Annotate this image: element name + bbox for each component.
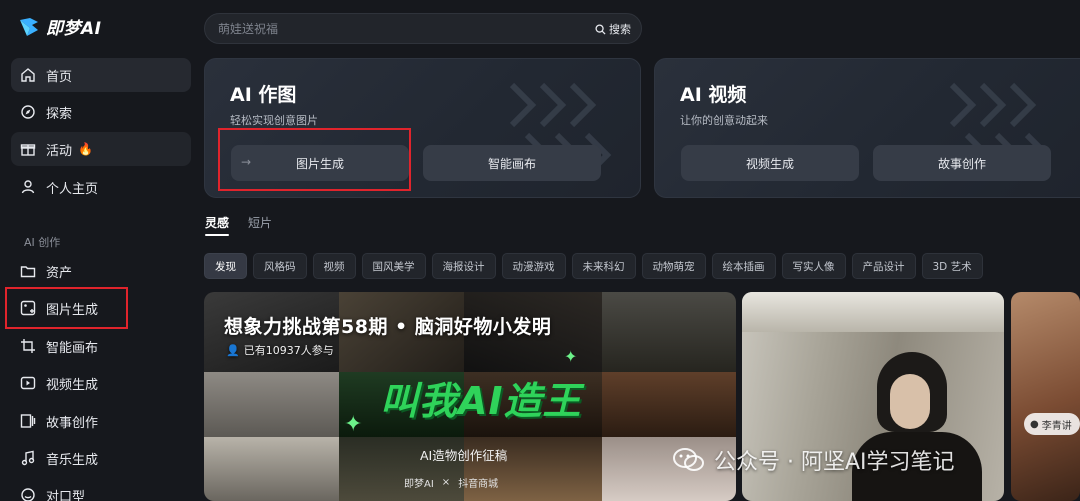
search-icon: [595, 23, 606, 35]
sidebar-item-label: 视频生成: [46, 377, 99, 393]
search-button-label: 搜索: [609, 23, 631, 36]
filter-chip[interactable]: 发现: [204, 253, 247, 279]
sidebar-item-label: 探索: [46, 106, 73, 122]
banner-participants: 👤 已有10937人参与: [226, 342, 334, 358]
sidebar-item-profile[interactable]: 个人主页: [11, 170, 191, 204]
sidebar-item-lipsync[interactable]: 对口型: [11, 478, 191, 501]
author-avatar: ●: [1030, 418, 1039, 430]
button-label: 智能画布: [487, 156, 536, 171]
filter-chip[interactable]: 风格码: [253, 253, 307, 279]
sidebar-item-label: 活动: [46, 143, 73, 159]
search-bar: 搜索: [204, 13, 642, 44]
sidebar-item-music[interactable]: 音乐生成: [11, 441, 191, 475]
sidebar-item-label: 音乐生成: [46, 452, 99, 468]
sidebar-item-label: 个人主页: [46, 181, 99, 197]
watermark-text: 公众号 · 阿坚AI学习笔记: [714, 450, 955, 475]
filter-chip[interactable]: 动物萌宠: [641, 253, 706, 279]
sidebar-item-story[interactable]: 故事创作: [11, 404, 191, 438]
home-icon: [20, 67, 36, 83]
section-label-ai-create: AI 创作: [24, 236, 61, 249]
search-button[interactable]: 搜索: [595, 21, 631, 37]
tile-photo-top: [742, 292, 1004, 332]
sidebar-item-home[interactable]: 首页: [11, 58, 191, 92]
gift-icon: [20, 141, 36, 157]
filter-chip[interactable]: 写实人像: [781, 253, 846, 279]
video-generation-button[interactable]: 视频生成: [681, 145, 859, 181]
banner-headline: 叫我AI造王: [380, 379, 582, 423]
tab-shorts[interactable]: 短片: [248, 214, 272, 231]
challenge-banner[interactable]: 想象力挑战第58期 • 脑洞好物小发明 👤 已有10937人参与 叫我AI造王 …: [204, 292, 736, 501]
brand-separator: ×: [441, 477, 451, 488]
filter-chip[interactable]: 3D 艺术: [921, 253, 983, 279]
sidebar-item-assets[interactable]: 资产: [11, 254, 191, 288]
sidebar-item-activity[interactable]: 活动 🔥: [11, 132, 191, 166]
video-plus-icon: [20, 375, 36, 391]
filter-chip[interactable]: 海报设计: [431, 253, 496, 279]
banner-brands: 即梦AI × 抖音商城: [404, 475, 498, 490]
filter-chip[interactable]: 国风美学: [361, 253, 426, 279]
filter-chip[interactable]: 产品设计: [851, 253, 916, 279]
card-subtitle: 轻松实现创意图片: [230, 114, 318, 127]
wechat-icon: [673, 448, 704, 471]
watermark: 公众号 · 阿坚AI学习笔记: [672, 444, 955, 476]
flame-icon: 🔥: [78, 142, 93, 156]
card-title: AI 视频: [680, 84, 747, 106]
sidebar-item-label: 对口型: [46, 489, 86, 501]
tab-inspiration[interactable]: 灵感: [205, 214, 229, 231]
highlight-box-sidebar: [5, 287, 128, 329]
button-label: 故事创作: [937, 156, 986, 171]
logo-icon: [20, 17, 38, 36]
sparkle-icon: ✦: [564, 347, 578, 366]
portrait-face: [890, 374, 930, 429]
filter-chips: 发现 风格码 视频 国风美学 海报设计 动漫游戏 未来科幻 动物萌宠 绘本插画 …: [204, 253, 983, 279]
card-ai-video: AI 视频 让你的创意动起来 视频生成 故事创作: [654, 58, 1080, 198]
sidebar: 即梦AI 首页 探索 活动 🔥 个人主页 AI 创作 资产 图片生成 智能画布 …: [0, 0, 192, 501]
card-subtitle: 让你的创意动起来: [680, 114, 768, 127]
tile-author-badge: ● 李青讲: [1024, 413, 1080, 435]
author-name: 李青讲: [1041, 420, 1072, 432]
tab-underline: [205, 234, 229, 236]
sidebar-item-label: 资产: [46, 265, 73, 281]
button-label: 视频生成: [745, 156, 794, 171]
sidebar-item-smart-canvas[interactable]: 智能画布: [11, 329, 191, 363]
brand-douyin-mall: 抖音商城: [458, 479, 499, 490]
sidebar-item-label: 首页: [46, 69, 73, 85]
sidebar-item-label: 故事创作: [46, 415, 99, 431]
sidebar-item-explore[interactable]: 探索: [11, 95, 191, 129]
filter-chip[interactable]: 未来科幻: [571, 253, 636, 279]
story-creation-button[interactable]: 故事创作: [873, 145, 1051, 181]
sidebar-item-label: 智能画布: [46, 340, 99, 356]
card-title: AI 作图: [230, 84, 297, 106]
banner-title: 想象力挑战第58期 • 脑洞好物小发明: [224, 316, 552, 338]
sparkle-icon: ✦: [344, 412, 363, 437]
banner-subline: AI造物创作征稿: [420, 448, 508, 463]
participants-text: 已有10937人参与: [243, 344, 334, 357]
highlight-box-card: [218, 128, 411, 191]
gallery-tile-partial[interactable]: [1011, 292, 1080, 501]
filter-chip[interactable]: 绘本插画: [711, 253, 776, 279]
sidebar-item-video-generation[interactable]: 视频生成: [11, 366, 191, 400]
music-icon: [20, 450, 36, 466]
lipsync-icon: [20, 487, 36, 501]
crop-icon: [20, 338, 36, 354]
smart-canvas-button[interactable]: 智能画布: [423, 145, 601, 181]
story-icon: [20, 413, 36, 429]
filter-chip[interactable]: 动漫游戏: [501, 253, 566, 279]
app-logo[interactable]: 即梦AI: [18, 14, 101, 39]
app-name: 即梦AI: [46, 19, 102, 39]
brand-jimeng: 即梦AI: [404, 479, 434, 490]
folder-icon: [20, 263, 36, 279]
compass-icon: [20, 104, 36, 120]
search-input[interactable]: [218, 21, 578, 36]
filter-chip[interactable]: 视频: [312, 253, 356, 279]
user-icon: [20, 179, 36, 195]
person-icon: 👤: [226, 343, 240, 357]
